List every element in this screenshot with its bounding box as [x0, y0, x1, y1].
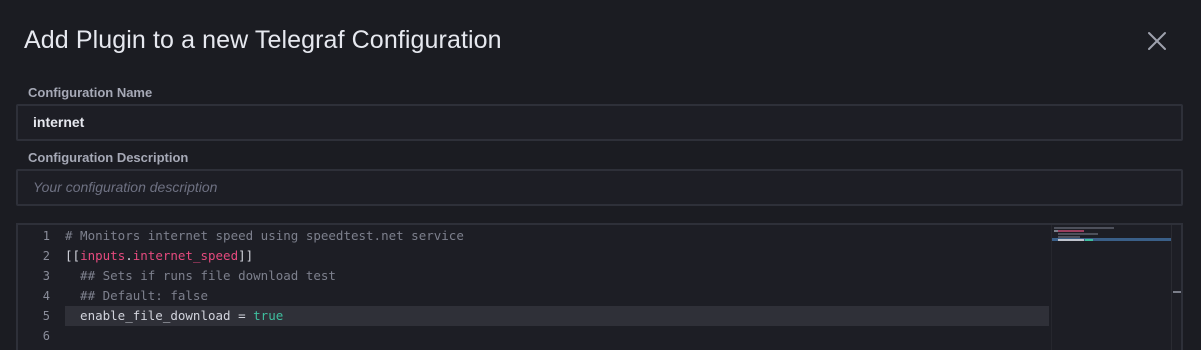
code-line-4: ## Default: false — [65, 286, 1049, 306]
line-number-gutter: 1 2 3 4 5 6 — [18, 225, 65, 350]
minimap-line — [1058, 230, 1084, 232]
plugin-name-token: internet_speed — [132, 248, 239, 263]
dot-token: . — [125, 248, 133, 263]
code-line-2: [[inputs.internet_speed]] — [65, 246, 1049, 266]
code-line-5-active: enable_file_download = true — [65, 306, 1049, 326]
minimap-line — [1058, 239, 1084, 241]
config-name-value: internet — [33, 114, 85, 130]
line-number: 6 — [42, 329, 50, 343]
code-minimap[interactable] — [1051, 225, 1172, 350]
line-number: 1 — [42, 229, 50, 243]
line-number: 2 — [42, 249, 50, 263]
code-line-1: # Monitors internet speed using speedtes… — [65, 226, 1049, 246]
config-description-placeholder: Your configuration description — [33, 179, 218, 195]
bracket-token: [[ — [65, 248, 81, 263]
scrollbar-cursor-marker — [1173, 291, 1181, 293]
close-icon — [1148, 32, 1166, 50]
minimap-line — [1085, 239, 1093, 241]
line-number: 3 — [42, 269, 50, 283]
namespace-token: inputs — [80, 248, 126, 263]
setting-key-token: enable_file_download = — [65, 308, 254, 323]
config-name-label: Configuration Name — [28, 85, 153, 100]
comment-token: ## Sets if runs file download test — [65, 268, 336, 283]
comment-token: ## Default: false — [65, 288, 208, 303]
boolean-token: true — [253, 308, 284, 323]
code-line-3: ## Sets if runs file download test — [65, 266, 1049, 286]
config-description-input[interactable]: Your configuration description — [16, 169, 1183, 206]
telegraf-config-dialog: Add Plugin to a new Telegraf Configurati… — [0, 0, 1201, 350]
minimap-line — [1054, 227, 1114, 229]
code-editor[interactable]: 1 2 3 4 5 6 # Monitors internet speed us… — [16, 223, 1183, 350]
bracket-token: ]] — [238, 248, 254, 263]
vertical-scrollbar[interactable] — [1171, 225, 1181, 350]
code-area[interactable]: # Monitors internet speed using speedtes… — [65, 225, 1049, 350]
comment-token: # Monitors internet speed using speedtes… — [65, 228, 464, 243]
minimap-line — [1058, 233, 1098, 235]
line-number: 4 — [42, 289, 50, 303]
close-button[interactable] — [1142, 26, 1172, 56]
line-number: 5 — [42, 309, 50, 323]
config-name-input[interactable]: internet — [16, 104, 1183, 141]
dialog-title: Add Plugin to a new Telegraf Configurati… — [24, 26, 502, 54]
config-description-label: Configuration Description — [28, 150, 189, 165]
